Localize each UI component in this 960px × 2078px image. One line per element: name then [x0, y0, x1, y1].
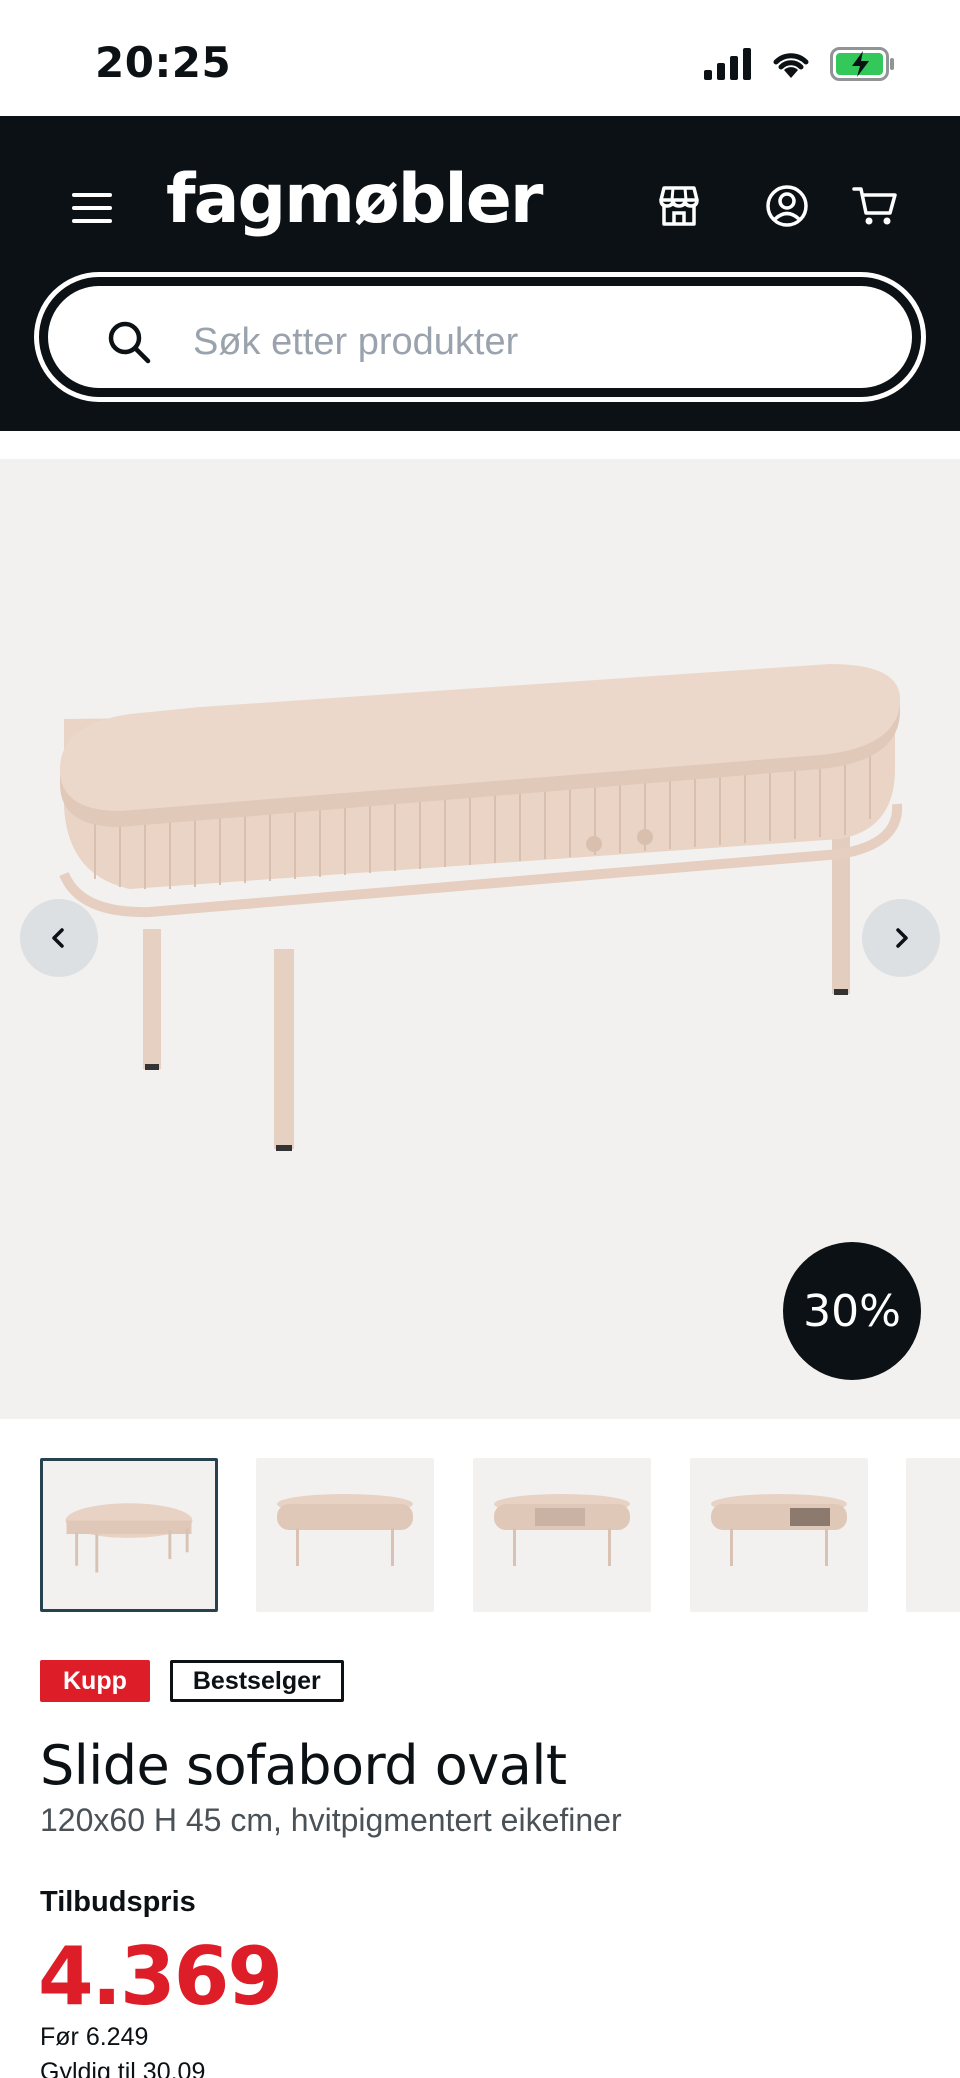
menu-icon[interactable] [72, 193, 112, 223]
search-input[interactable] [193, 304, 873, 380]
thumbnail-1[interactable] [40, 1458, 218, 1612]
wifi-icon [773, 53, 809, 78]
thumbnail-2[interactable] [256, 1458, 434, 1612]
discount-badge: 30% [783, 1242, 921, 1380]
product-title: Slide sofabord ovalt [40, 1734, 567, 1797]
search-box[interactable] [48, 286, 912, 388]
thumbnail-image [277, 1494, 413, 1566]
battery-charging-icon [830, 47, 894, 81]
thumbnail-image [65, 1503, 193, 1573]
store-icon[interactable] [656, 183, 702, 229]
thumbnail-image [494, 1494, 630, 1566]
cart-icon[interactable] [852, 183, 898, 229]
status-time: 20:25 [95, 38, 232, 87]
thumbnail-3[interactable] [473, 1458, 651, 1612]
thumbnail-strip [0, 1458, 960, 1612]
site-logo[interactable]: fagmøbler [166, 160, 543, 239]
price-label: Tilbudspris [40, 1886, 196, 1918]
bestseller-badge: Bestselger [169, 1660, 344, 1702]
thumbnail-4[interactable] [690, 1458, 868, 1612]
status-icons [704, 44, 896, 84]
search-icon [108, 321, 151, 364]
product-gallery: 30% [0, 459, 960, 1419]
offer-valid-until: Gyldig til 30.09 [40, 2058, 206, 2078]
next-image-button[interactable] [862, 899, 940, 977]
previous-image-button[interactable] [20, 899, 98, 977]
kupp-badge: Kupp [40, 1660, 150, 1702]
product-price: 4.369 [38, 1930, 283, 2023]
thumbnail-5[interactable] [906, 1458, 960, 1612]
chevron-left-icon [52, 928, 64, 948]
product-subtitle: 120x60 H 45 cm, hvitpigmentert eikefiner [40, 1802, 622, 1838]
product-badges: Kupp Bestselger [40, 1660, 344, 1702]
signal-icon [704, 48, 751, 80]
thumbnail-image [711, 1494, 847, 1566]
account-icon[interactable] [764, 183, 810, 229]
search-bar [34, 272, 926, 402]
before-price: Før 6.249 [40, 2023, 149, 2051]
chevron-right-icon [896, 928, 908, 948]
status-bar: 20:25 [0, 0, 960, 116]
